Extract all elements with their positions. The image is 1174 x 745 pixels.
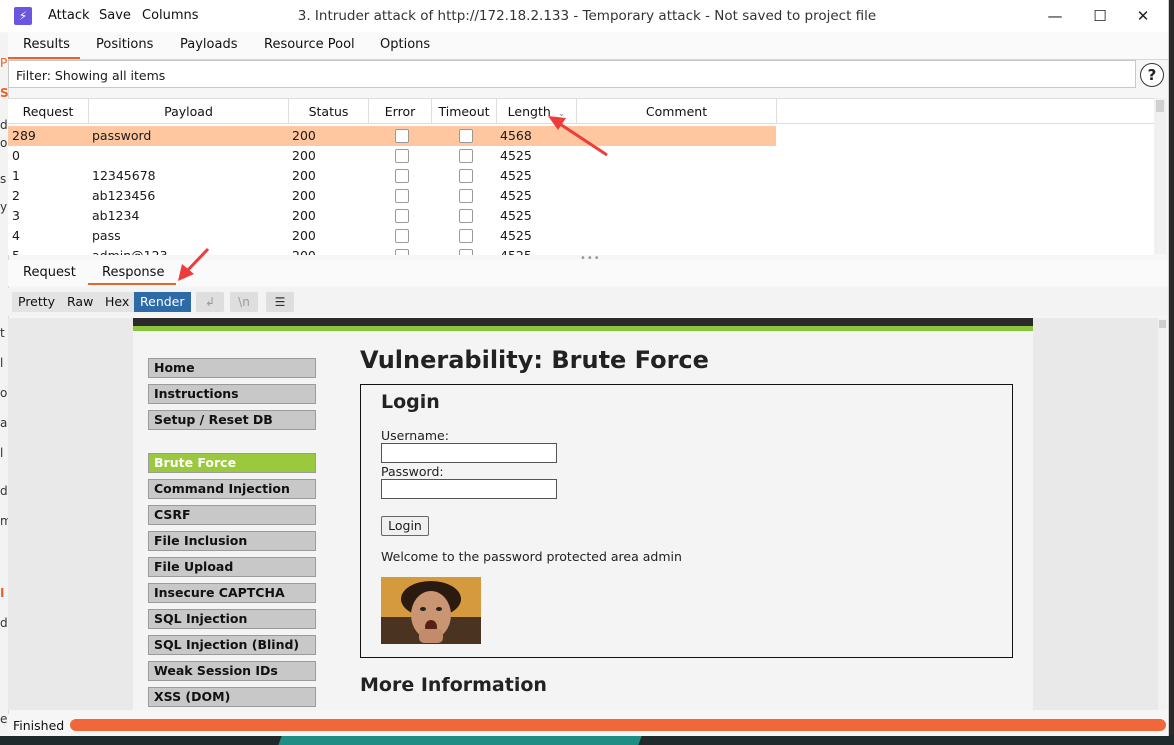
annotation-arrows (178, 116, 608, 281)
annotation-arrow-response (184, 247, 210, 274)
annotation-arrow-length (559, 122, 608, 157)
intruder-attack-window: ⚡ Attack Save Columns 3. Intruder attack… (0, 0, 1169, 736)
